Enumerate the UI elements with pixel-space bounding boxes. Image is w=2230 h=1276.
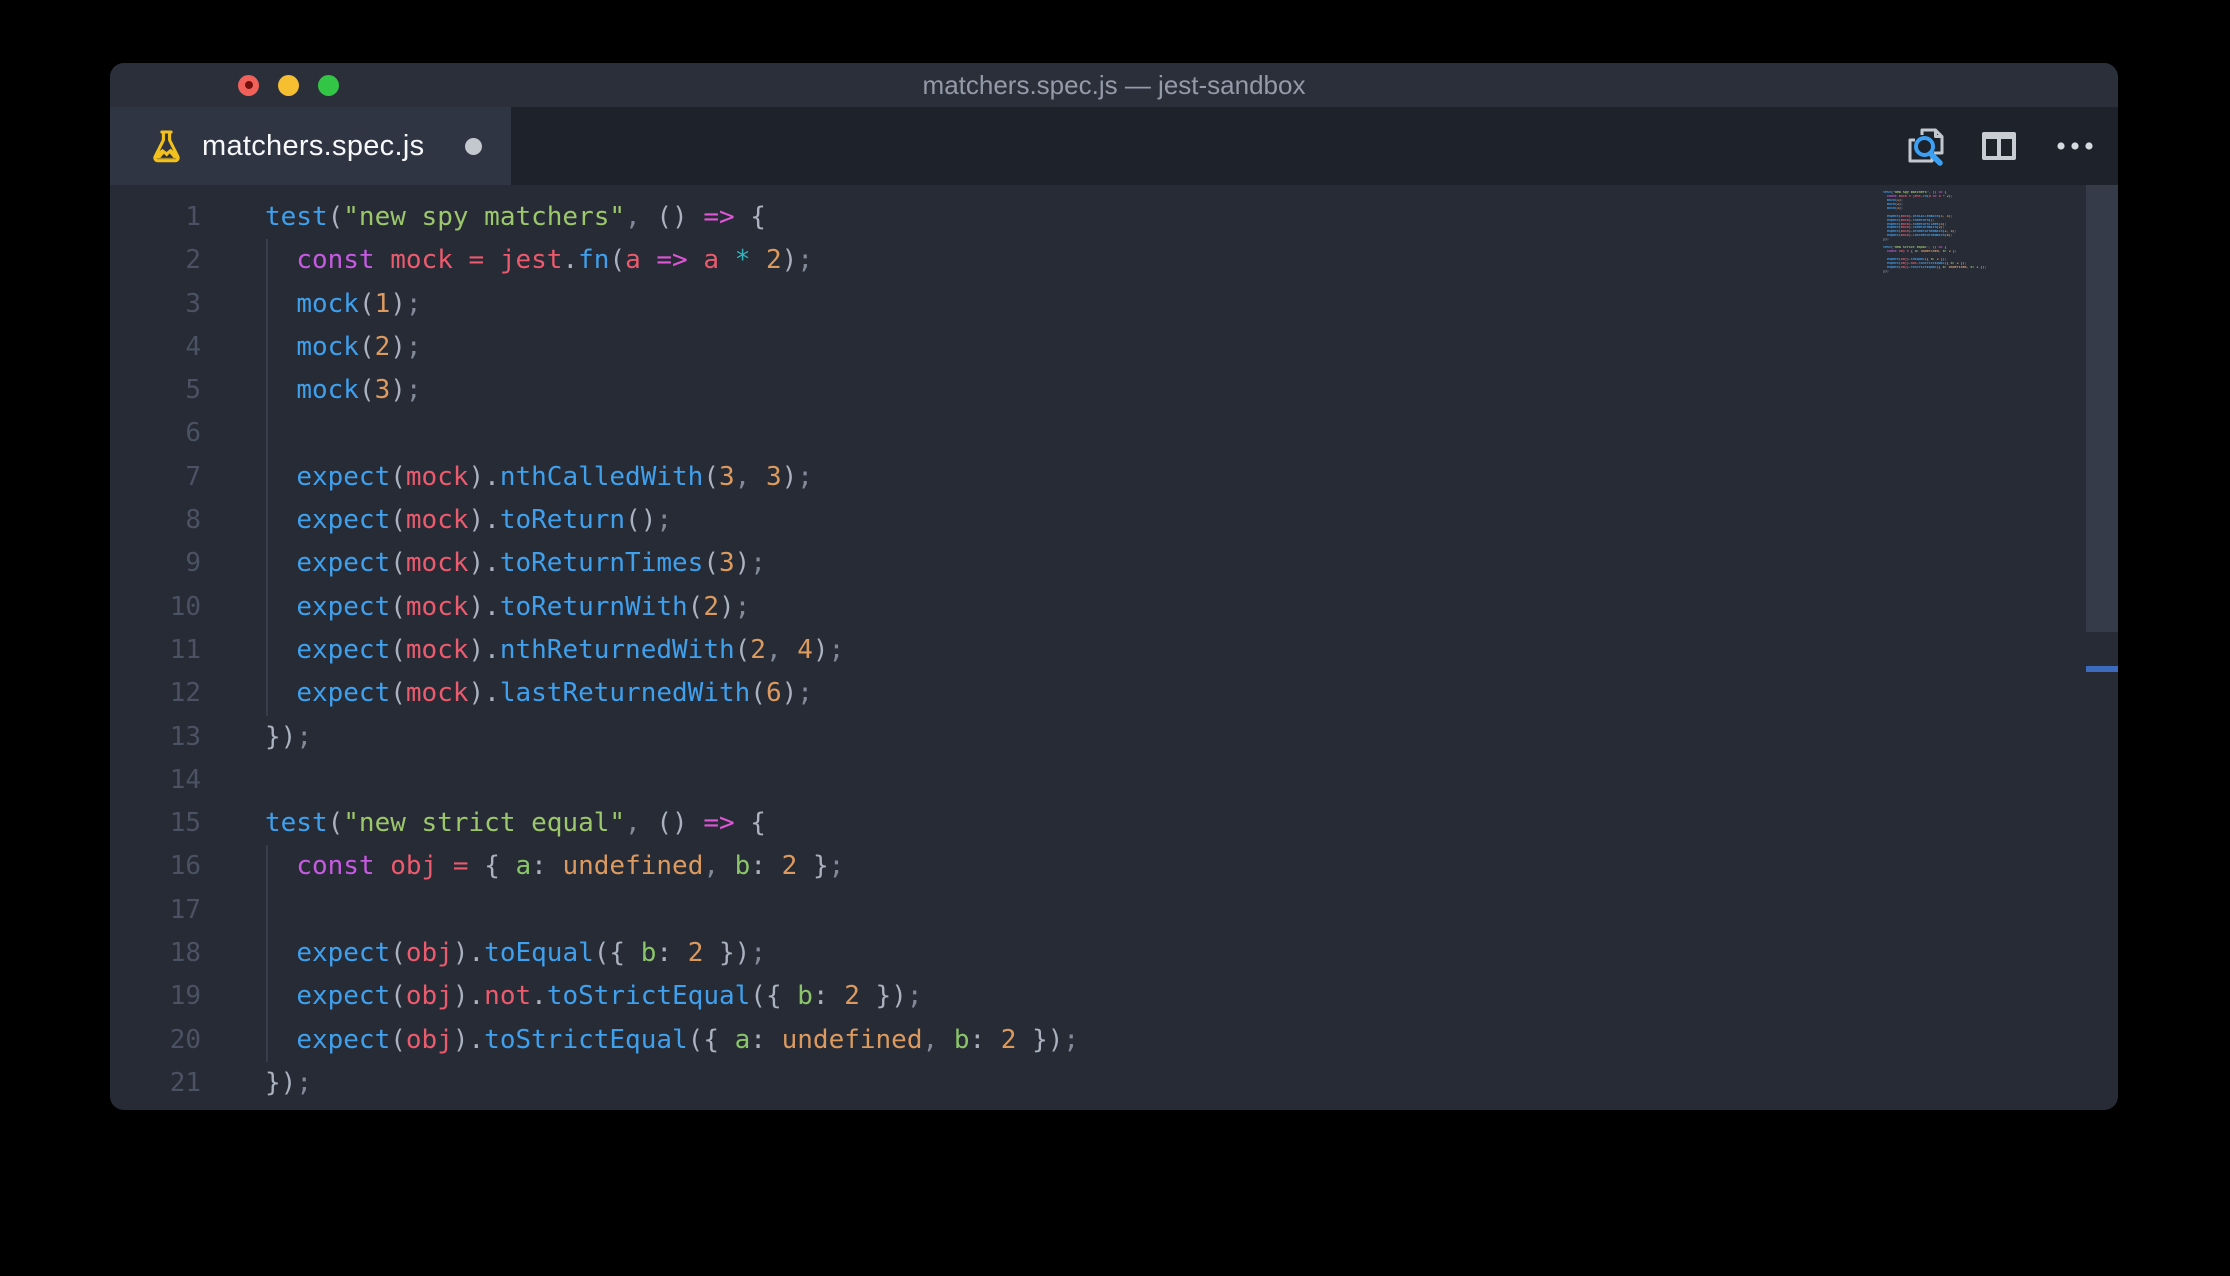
indent-guide bbox=[266, 412, 268, 456]
titlebar: matchers.spec.js — jest-sandbox bbox=[110, 63, 2118, 107]
line-number: 20 bbox=[169, 1024, 201, 1055]
line-number: 2 bbox=[185, 245, 201, 276]
line-number: 21 bbox=[169, 1067, 201, 1098]
code-line[interactable]: 12 expect(mock).lastReturnedWith(6); bbox=[110, 672, 2118, 716]
code-line[interactable]: 4 mock(2); bbox=[110, 325, 2118, 370]
line-number: 15 bbox=[169, 808, 201, 839]
tab-label: matchers.spec.js bbox=[202, 129, 425, 162]
code-line[interactable]: 19 expect(obj).not.toStrictEqual({ b: 2 … bbox=[110, 975, 2118, 1019]
indent-guide bbox=[266, 672, 268, 716]
code-line[interactable]: 17 bbox=[110, 888, 2118, 933]
line-number: 7 bbox=[185, 461, 201, 492]
code-line[interactable]: 7 expect(mock).nthCalledWith(3, 3); bbox=[110, 455, 2118, 500]
line-number: 9 bbox=[185, 548, 201, 579]
line-number: 8 bbox=[185, 505, 201, 536]
more-actions-icon[interactable] bbox=[2052, 123, 2098, 169]
line-number: 13 bbox=[169, 721, 201, 752]
code-line[interactable]: 14 bbox=[110, 759, 2118, 802]
app-window: matchers.spec.js — jest-sandbox matchers… bbox=[110, 63, 2118, 1110]
indent-guide bbox=[266, 455, 268, 500]
code-line[interactable]: 18 expect(obj).toEqual({ b: 2 }); bbox=[110, 932, 2118, 976]
tab-bar: matchers.spec.js bbox=[110, 107, 2118, 185]
indent-guide bbox=[266, 325, 268, 370]
scrollbar bbox=[2086, 185, 2118, 1110]
indent-guide bbox=[266, 845, 268, 889]
line-number: 16 bbox=[169, 851, 201, 882]
code-area[interactable]: 1 test("new spy matchers", () => {2 const… bbox=[110, 185, 2118, 1110]
file-search-icon[interactable] bbox=[1900, 123, 1946, 169]
code-line[interactable]: 5 mock(3); bbox=[110, 369, 2118, 413]
indent-guide bbox=[266, 369, 268, 413]
indent-guide bbox=[266, 975, 268, 1019]
code-line[interactable]: 10 expect(mock).toReturnWith(2); bbox=[110, 585, 2118, 629]
line-number: 12 bbox=[169, 678, 201, 709]
line-number: 22 bbox=[110, 1105, 201, 1110]
code-line[interactable]: 3 mock(1); bbox=[110, 282, 2118, 326]
line-number: 10 bbox=[169, 591, 201, 622]
line-number: 1 bbox=[185, 202, 201, 232]
line-number: 17 bbox=[169, 894, 201, 925]
indent-guide bbox=[266, 542, 268, 586]
code-line[interactable]: 2 const mock = jest.fn(a => a * 2); bbox=[110, 239, 2118, 283]
indent-guide bbox=[266, 239, 268, 283]
overview-ruler-cursor-mark bbox=[2086, 666, 2118, 672]
window-title: matchers.spec.js — jest-sandbox bbox=[922, 70, 1306, 100]
indent-guide bbox=[266, 1018, 268, 1062]
line-number: 6 bbox=[185, 418, 201, 449]
editor: 1 test("new spy matchers", () => {2 const… bbox=[110, 185, 2118, 1110]
line-number: 5 bbox=[185, 375, 201, 406]
code-line[interactable]: 20 expect(obj).toStrictEqual({ a: undefi… bbox=[110, 1018, 2118, 1062]
code-line[interactable]: 11 expect(mock).nthReturnedWith(2, 4); bbox=[110, 628, 2118, 673]
code-line[interactable]: 8 expect(mock).toReturn(); bbox=[110, 499, 2118, 543]
tab-matchers-spec[interactable]: matchers.spec.js bbox=[110, 107, 511, 185]
code-line[interactable]: 1 test("new spy matchers", () => { bbox=[110, 196, 2118, 239]
indent-guide bbox=[266, 932, 268, 976]
indent-guide bbox=[266, 585, 268, 629]
code-line[interactable]: 15 test("new strict equal", () => { bbox=[110, 802, 2118, 845]
indent-guide bbox=[266, 282, 268, 326]
line-number: 4 bbox=[185, 331, 201, 362]
code-line[interactable]: 13}); bbox=[110, 716, 2118, 759]
code-line: 22 bbox=[110, 1105, 2118, 1110]
scrollbar-thumb[interactable] bbox=[2086, 185, 2118, 632]
code-line[interactable]: 9 expect(mock).toReturnTimes(3); bbox=[110, 542, 2118, 586]
indent-guide bbox=[266, 888, 268, 933]
indent-guide bbox=[266, 628, 268, 673]
line-number: 3 bbox=[185, 288, 201, 319]
split-editor-icon[interactable] bbox=[1976, 123, 2022, 169]
line-number: 11 bbox=[169, 634, 201, 665]
code-line[interactable]: 16 const obj = { a: undefined, b: 2 }; bbox=[110, 845, 2118, 889]
code-line[interactable]: 6 bbox=[110, 412, 2118, 456]
test-flask-icon bbox=[153, 129, 180, 162]
line-number: 18 bbox=[169, 938, 201, 969]
editor-actions bbox=[1900, 107, 2098, 185]
line-number: 19 bbox=[169, 981, 201, 1012]
code-line[interactable]: 21}); bbox=[110, 1062, 2118, 1105]
minimap[interactable]: test("new spy matchers", () => { const m… bbox=[1883, 191, 2118, 274]
modified-indicator bbox=[465, 137, 482, 155]
indent-guide bbox=[266, 499, 268, 543]
line-number: 14 bbox=[169, 764, 201, 795]
